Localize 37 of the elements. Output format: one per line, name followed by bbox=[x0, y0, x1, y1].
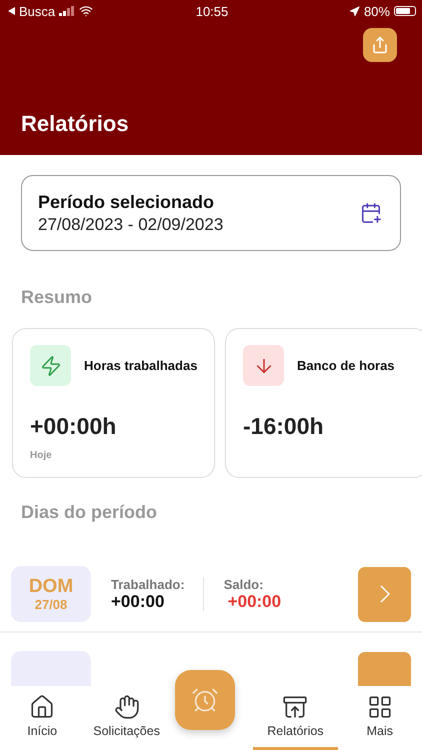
card-title: Banco de horas bbox=[297, 358, 395, 373]
share-button[interactable] bbox=[363, 28, 397, 62]
home-icon bbox=[29, 694, 56, 720]
card-note: Hoje bbox=[30, 450, 53, 461]
clock-in-button[interactable] bbox=[174, 670, 235, 730]
alarm-clock-icon bbox=[190, 686, 219, 714]
signal-icon bbox=[59, 6, 76, 16]
back-to-app-label[interactable]: Busca bbox=[19, 4, 56, 18]
open-day-button[interactable] bbox=[358, 566, 411, 622]
location-icon bbox=[348, 6, 360, 16]
period-label: Período selecionado bbox=[38, 192, 216, 212]
lightning-icon bbox=[30, 345, 71, 386]
section-heading: Dias do período bbox=[21, 502, 158, 523]
back-triangle-icon bbox=[8, 7, 15, 15]
wifi-icon bbox=[79, 4, 94, 18]
arrow-down-icon bbox=[243, 345, 284, 386]
section-heading: Resumo bbox=[21, 287, 94, 308]
grid-icon bbox=[366, 694, 393, 720]
waving-hand-icon bbox=[114, 694, 140, 720]
chevron-right-icon bbox=[380, 585, 390, 603]
weekday-label: DOM bbox=[28, 576, 74, 596]
share-icon bbox=[371, 36, 389, 54]
battery-icon bbox=[394, 6, 416, 16]
card-title: Horas trabalhadas bbox=[84, 358, 198, 373]
clock-time: 10:55 bbox=[196, 4, 228, 18]
balance-value: +00:00 bbox=[226, 592, 282, 612]
battery-percent: 80% bbox=[364, 4, 390, 18]
period-range: 27/08/2023 - 02/09/2023 bbox=[38, 214, 224, 234]
page-title: Relatórios bbox=[21, 111, 130, 137]
date-label: 27/08 bbox=[34, 596, 68, 612]
period-selector[interactable]: Período selecionado 27/08/2023 - 02/09/2023 bbox=[21, 175, 401, 251]
calendar-icon bbox=[360, 202, 382, 224]
worked-value: +00:00 bbox=[111, 592, 166, 612]
card-value: +00:00h bbox=[30, 413, 118, 440]
card-value: -16:00h bbox=[243, 413, 325, 440]
balance-label: Saldo: bbox=[224, 576, 264, 592]
worked-label: Trabalhado: bbox=[111, 576, 185, 592]
